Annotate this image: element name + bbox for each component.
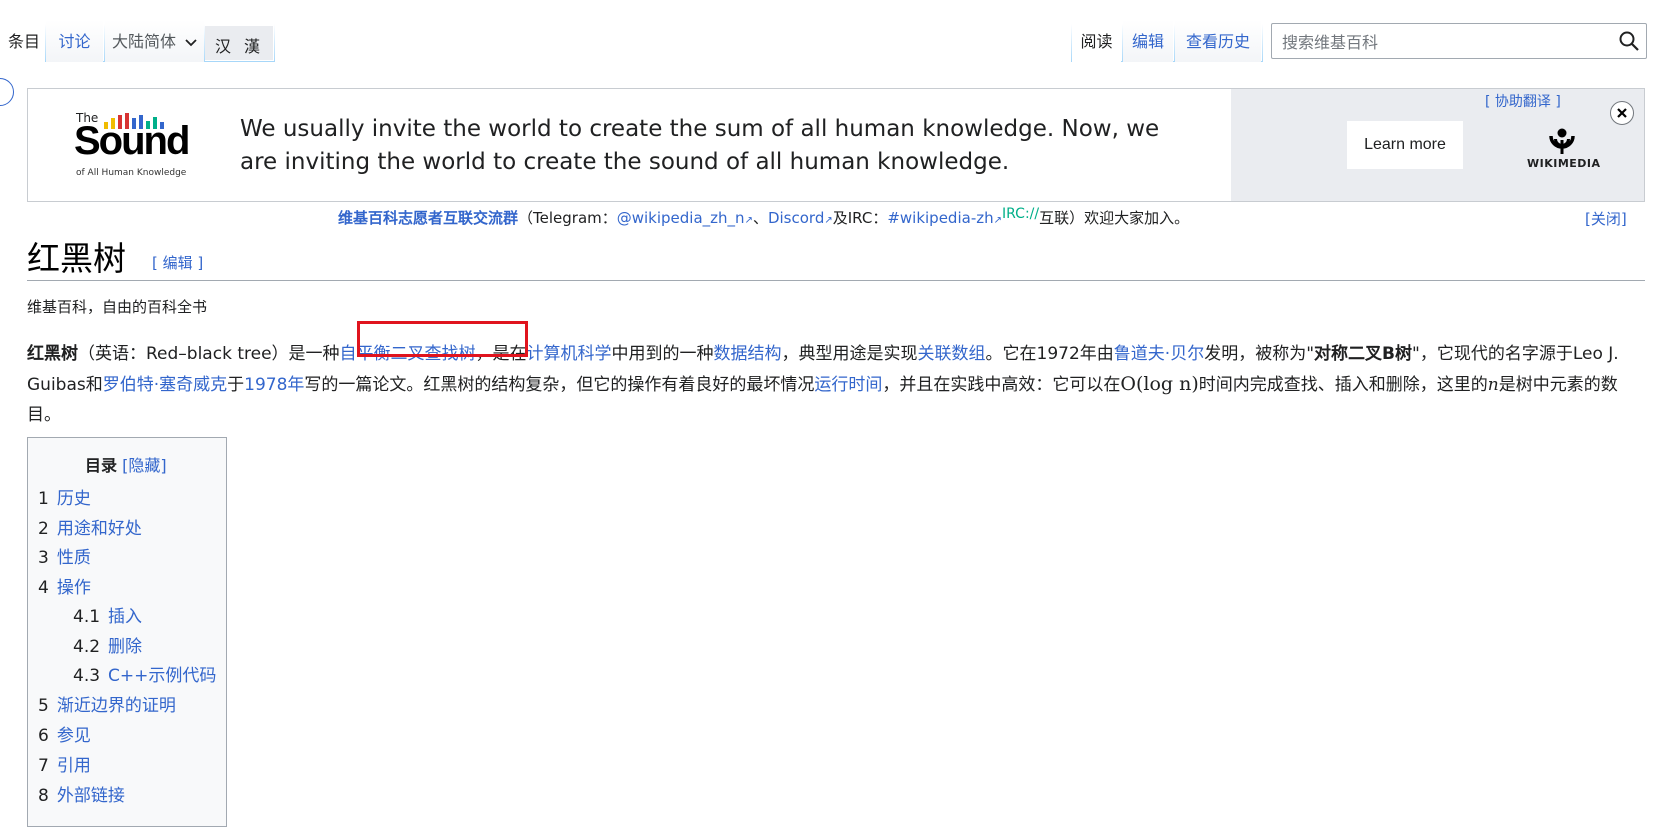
toc-subitem[interactable]: 4.1 插入: [73, 602, 142, 627]
learn-more-button[interactable]: Learn more: [1347, 121, 1463, 169]
toc-header: 目录 [隐藏]: [85, 452, 167, 476]
link-robert-sedgewick[interactable]: 罗伯特·塞奇威克: [103, 375, 227, 395]
notice-text: 、: [752, 209, 768, 227]
page-title: 红黑树: [27, 239, 126, 278]
notice-text: 及IRC：: [832, 209, 888, 227]
banner-right-panel: Learn more [ 协助翻译 ] WIKIMEDIA: [1231, 89, 1644, 201]
close-icon: [1617, 108, 1627, 118]
wikimedia-logo: WIKIMEDIA: [1527, 127, 1601, 175]
wikimedia-wordmark: WIKIMEDIA: [1527, 157, 1601, 170]
site-notice: 维基百科志愿者互联交流群（Telegram：@wikipedia_zh_n↗、D…: [338, 206, 1190, 228]
para-text: 中用到的一种: [611, 344, 714, 364]
table-of-contents: 目录 [隐藏] 1 历史 2 用途和好处 3 性质 4 操作 4.1 插入 4.2 删除 4…: [27, 437, 227, 827]
toc-item[interactable]: 3 性质: [38, 543, 91, 568]
irc-channel-link[interactable]: #wikipedia-zh: [887, 209, 993, 227]
external-link-icon: ↗: [824, 215, 833, 226]
fundraising-banner: The Sound of All Human Knowledge We usua…: [27, 88, 1645, 202]
toc-toggle-link[interactable]: [隐藏]: [122, 456, 167, 475]
variant-traditional[interactable]: 漢: [244, 33, 260, 57]
variant-dropdown[interactable]: 大陆简体: [105, 20, 204, 62]
para-text: （英语：Red–black tree）是一种: [78, 344, 340, 364]
toc-item[interactable]: 4 操作: [38, 573, 91, 598]
tab-history[interactable]: 查看历史: [1175, 20, 1261, 62]
sidebar-toggle-icon[interactable]: [0, 78, 14, 106]
tab-divider: [1262, 24, 1263, 62]
tab-divider: [274, 24, 275, 62]
link-associative-array[interactable]: 关联数组: [918, 344, 986, 364]
toc-item[interactable]: 7 引用: [38, 751, 91, 776]
term-bold: 红黑树: [27, 344, 78, 364]
para-text: ，并且在实践中高效：它可以在: [882, 375, 1121, 395]
external-link-icon: ↗: [744, 215, 753, 226]
toc-item[interactable]: 8 外部链接: [38, 781, 125, 806]
para-text: ，是在: [475, 344, 527, 364]
sound-logo: The Sound of All Human Knowledge: [74, 111, 206, 181]
variant-simplified[interactable]: 汉: [215, 33, 231, 57]
toc-item[interactable]: 1 历史: [38, 484, 91, 509]
logo-subtitle: of All Human Knowledge: [76, 168, 187, 178]
wikimedia-icon: [1549, 128, 1575, 154]
external-link-icon: ↗: [993, 215, 1003, 226]
link-rudolf-bayer[interactable]: 鲁道夫·贝尔: [1114, 344, 1204, 364]
volunteer-group-link[interactable]: 维基百科志愿者互联交流群: [338, 209, 518, 227]
help-translate-link[interactable]: [ 协助翻译 ]: [1485, 91, 1561, 111]
intro-paragraph: 红黑树（英语：Red–black tree）是一种自平衡二叉查找树，是在计算机科…: [27, 339, 1647, 430]
banner-close-button[interactable]: [1610, 101, 1634, 125]
toc-item[interactable]: 2 用途和好处: [38, 514, 142, 539]
para-text: 。它在1972年由: [985, 344, 1114, 364]
notice-close-link[interactable]: [关闭]: [1585, 208, 1627, 229]
discord-link[interactable]: Discord: [768, 209, 824, 227]
chevron-down-icon: [185, 38, 197, 46]
link-self-balancing-bst[interactable]: 自平衡二叉查找树: [340, 344, 476, 364]
link-1978[interactable]: 1978年: [244, 375, 304, 395]
title-divider: [27, 280, 1645, 281]
notice-text: 互联）欢迎大家加入。: [1039, 209, 1190, 227]
banner-message: We usually invite the world to create th…: [240, 116, 1160, 175]
toc-title: 目录: [85, 456, 118, 475]
para-text: 写的一篇论文。红黑树的结构复杂，但它的操作有着良好的最坏情况: [304, 375, 815, 395]
link-data-structure[interactable]: 数据结构: [714, 344, 782, 364]
logo-sound: Sound: [74, 119, 190, 163]
link-running-time[interactable]: 运行时间: [814, 375, 882, 395]
math-var-n: n: [1487, 375, 1499, 395]
search-box[interactable]: [1271, 23, 1647, 59]
notice-text: （Telegram：: [518, 209, 617, 227]
toc-item[interactable]: 5 渐近边界的证明: [38, 691, 176, 716]
math-big-o: O(log n): [1120, 373, 1199, 395]
top-tab-bar: 条目 讨论 大陆简体 汉 漢 阅读 编辑 查看历史: [0, 0, 1662, 62]
toc-item[interactable]: 6 参见: [38, 721, 91, 746]
tab-article[interactable]: 条目: [6, 20, 43, 62]
title-edit-link[interactable]: [ 编辑 ]: [152, 252, 203, 273]
para-text: 发明，被称为": [1204, 344, 1315, 364]
tab-read[interactable]: 阅读: [1072, 20, 1121, 62]
irc-protocol-tag: IRC://: [1002, 206, 1040, 222]
telegram-link[interactable]: @wikipedia_zh_n: [617, 209, 745, 227]
para-text: 于: [227, 375, 245, 395]
magnifier-icon[interactable]: [1618, 30, 1640, 52]
tab-talk[interactable]: 讨论: [46, 20, 103, 62]
script-variant-toggle[interactable]: 汉 漢: [205, 26, 273, 60]
toc-subitem[interactable]: 4.2 删除: [73, 632, 142, 657]
para-text: 时间内完成查找、插入和删除，这里的: [1198, 375, 1488, 395]
link-computer-science[interactable]: 计算机科学: [527, 344, 612, 364]
para-text: ，典型用途是实现: [781, 344, 918, 364]
search-input[interactable]: [1280, 28, 1604, 56]
symmetric-btree-bold: 对称二叉B树: [1314, 344, 1412, 364]
site-tagline: 维基百科，自由的百科全书: [27, 298, 208, 316]
toc-subitem[interactable]: 4.3 C++示例代码: [73, 661, 216, 686]
tab-edit[interactable]: 编辑: [1123, 20, 1173, 62]
